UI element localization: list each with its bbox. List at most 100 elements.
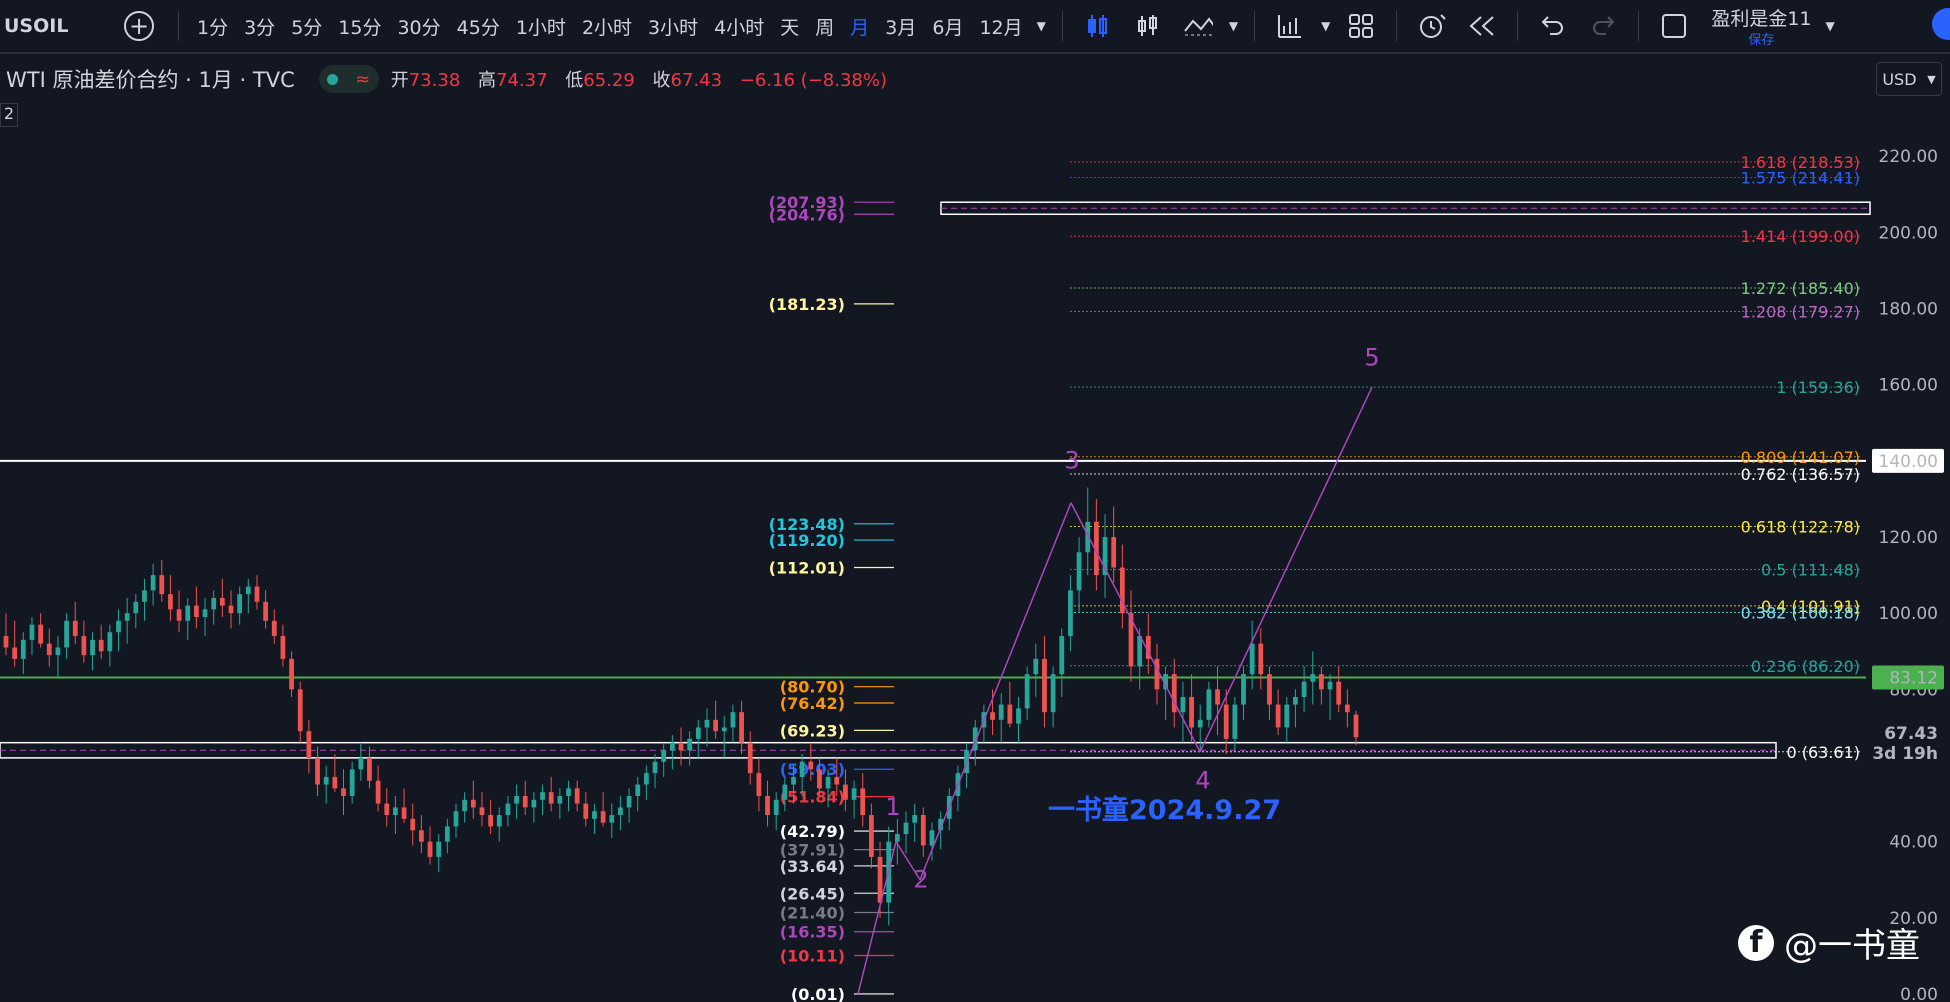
candle-body bbox=[280, 636, 286, 659]
alert-icon[interactable] bbox=[1417, 11, 1447, 41]
toolbar-divider bbox=[1517, 11, 1519, 41]
layout-grid-icon[interactable] bbox=[1346, 11, 1376, 41]
candle-body bbox=[1319, 674, 1324, 690]
candle-body bbox=[1293, 696, 1298, 705]
interval-list: 1分 3分 5分 15分 30分 45分 1小时 2小时 3小时 4小时天周月 3月 6月 12月 bbox=[189, 13, 1031, 40]
user-layout[interactable]: 盈利是金11 保存 bbox=[1711, 4, 1811, 48]
candle-body bbox=[514, 795, 519, 804]
interval-11[interactable]: 周 bbox=[807, 13, 842, 40]
wave-segment-4 bbox=[1070, 502, 1201, 753]
interval-12[interactable]: 月 bbox=[842, 13, 877, 40]
candle-body bbox=[825, 776, 831, 789]
candle-body bbox=[375, 780, 381, 804]
level-label-14: (26.45) bbox=[780, 884, 845, 903]
candle-body bbox=[211, 597, 217, 610]
fib-level-label-13: 0 (63.61) bbox=[1786, 743, 1860, 762]
price-tag-0: 140.00 bbox=[1879, 452, 1938, 472]
interval-5[interactable]: 45分 bbox=[449, 13, 508, 40]
candle-body bbox=[98, 639, 104, 652]
candle-body bbox=[219, 597, 225, 606]
chevron-down-icon[interactable]: ▼ bbox=[1321, 19, 1330, 33]
candle-body bbox=[90, 639, 95, 656]
candle-body bbox=[990, 712, 995, 720]
price-chart[interactable]: 1.618 (218.53)1.575 (214.41)1.414 (199.0… bbox=[0, 54, 1950, 1002]
candle-body bbox=[1258, 643, 1264, 675]
candle-body bbox=[81, 636, 87, 656]
candle-body bbox=[496, 815, 502, 827]
replay-icon[interactable] bbox=[1467, 11, 1497, 41]
interval-10[interactable]: 天 bbox=[772, 13, 807, 40]
candle-body bbox=[635, 784, 641, 796]
publish-button[interactable] bbox=[1932, 8, 1950, 40]
interval-6[interactable]: 1小时 bbox=[508, 13, 574, 40]
candle-body bbox=[1241, 674, 1246, 705]
candle-body bbox=[851, 788, 857, 800]
candle-body bbox=[1344, 704, 1350, 713]
candle-body bbox=[834, 776, 840, 785]
candle-body bbox=[860, 788, 866, 816]
candle-body bbox=[315, 757, 320, 785]
fib-level-label-2: 1.414 (199.00) bbox=[1741, 227, 1860, 246]
candle-body bbox=[1007, 704, 1013, 724]
symbol-search[interactable]: USOIL bbox=[4, 15, 124, 37]
candle-body bbox=[998, 704, 1004, 720]
candle-body bbox=[444, 826, 450, 842]
candle-body bbox=[540, 792, 545, 800]
level-label-13: (33.64) bbox=[780, 857, 845, 876]
chevron-down-icon[interactable]: ▼ bbox=[1037, 19, 1046, 33]
interval-4[interactable]: 30分 bbox=[389, 13, 448, 40]
candle-body bbox=[782, 784, 788, 800]
candle-body bbox=[142, 590, 147, 602]
candle-body bbox=[687, 738, 693, 751]
interval-3[interactable]: 15分 bbox=[330, 13, 389, 40]
save-status[interactable]: 保存 bbox=[1748, 29, 1774, 48]
level-label-8: (69.23) bbox=[780, 721, 845, 740]
interval-1[interactable]: 3分 bbox=[236, 13, 283, 40]
candle-body bbox=[843, 784, 848, 800]
interval-14[interactable]: 6月 bbox=[924, 13, 971, 40]
candles-icon[interactable] bbox=[1083, 11, 1113, 41]
candle-body bbox=[747, 742, 753, 774]
interval-0[interactable]: 1分 bbox=[189, 13, 236, 40]
interval-9[interactable]: 4小时 bbox=[706, 13, 772, 40]
chart-style-icon[interactable] bbox=[1275, 11, 1305, 41]
chevron-down-icon[interactable]: ▼ bbox=[1229, 19, 1238, 33]
toolbar-divider bbox=[1061, 11, 1063, 41]
chevron-down-icon[interactable]: ▼ bbox=[1826, 19, 1835, 33]
candle-body bbox=[920, 815, 926, 846]
candle-body bbox=[150, 575, 156, 591]
candle-body bbox=[1232, 704, 1238, 739]
toolbar-divider bbox=[178, 11, 179, 41]
candle-body bbox=[1197, 719, 1203, 728]
candle-body bbox=[20, 639, 26, 659]
indicators-icon[interactable] bbox=[1183, 11, 1213, 41]
candle-body bbox=[367, 757, 372, 781]
toolbar-divider bbox=[1396, 11, 1398, 41]
interval-13[interactable]: 3月 bbox=[877, 13, 924, 40]
fib-level-label-9: 0.5 (111.48) bbox=[1761, 560, 1860, 579]
level-label-17: (10.11) bbox=[780, 947, 845, 966]
candle-body bbox=[1206, 689, 1212, 720]
redo-icon[interactable] bbox=[1588, 11, 1618, 41]
chart-annotation-text[interactable]: 一书童2024.9.27 bbox=[1048, 788, 1281, 827]
undo-icon[interactable] bbox=[1538, 11, 1568, 41]
candle-body bbox=[600, 811, 606, 823]
interval-15[interactable]: 12月 bbox=[971, 13, 1030, 40]
interval-2[interactable]: 5分 bbox=[283, 13, 330, 40]
fullscreen-icon[interactable] bbox=[1659, 11, 1689, 41]
candle-body bbox=[1275, 704, 1281, 728]
interval-7[interactable]: 2小时 bbox=[574, 13, 640, 40]
candle-body bbox=[194, 605, 199, 618]
bars-icon[interactable] bbox=[1133, 11, 1163, 41]
level-label-5: (112.01) bbox=[769, 558, 845, 577]
interval-8[interactable]: 3小时 bbox=[640, 13, 706, 40]
candle-body bbox=[479, 807, 485, 816]
y-tick-8: 180.00 bbox=[1879, 300, 1938, 320]
candle-body bbox=[393, 807, 398, 816]
candle-body bbox=[505, 803, 511, 816]
candle-body bbox=[289, 658, 294, 690]
add-symbol-button[interactable]: + bbox=[124, 11, 154, 41]
level-label-16: (16.35) bbox=[780, 923, 845, 942]
y-tick-4: 100.00 bbox=[1879, 604, 1938, 624]
candle-body bbox=[1033, 658, 1039, 675]
